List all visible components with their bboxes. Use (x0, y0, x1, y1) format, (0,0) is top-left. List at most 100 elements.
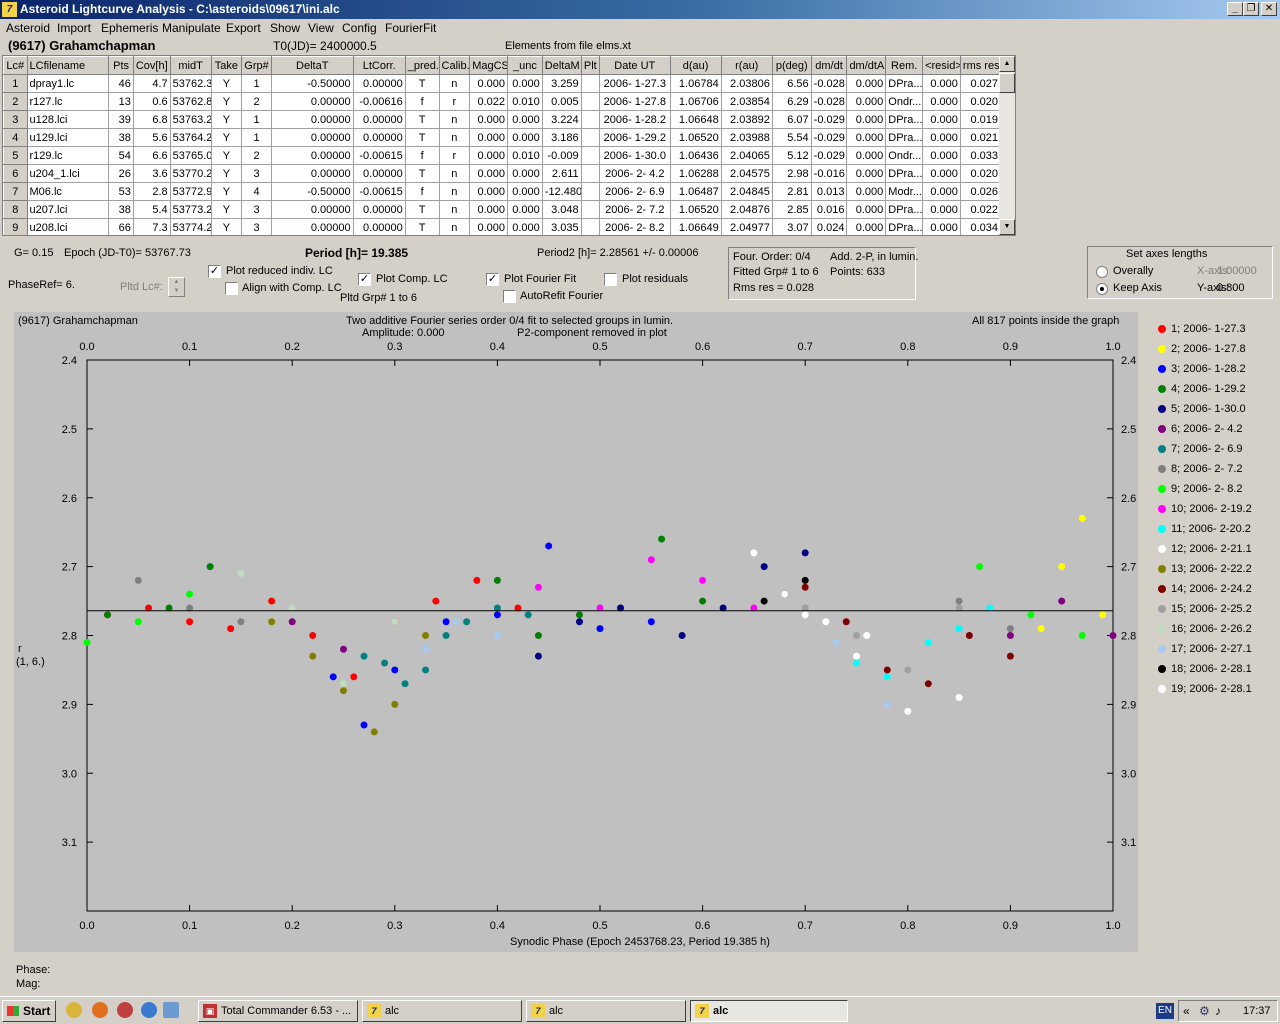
system-tray: « ⚙ ♪ 17:37 (1178, 1000, 1278, 1022)
y-tick-label-left: 2.8 (62, 631, 77, 643)
data-point (545, 542, 553, 550)
data-point (422, 666, 430, 674)
legend-item: 10; 2006- 2-19.2 (1158, 503, 1252, 517)
y-tick-label-right: 2.6 (1121, 493, 1136, 505)
data-point (452, 618, 460, 626)
data-point (329, 673, 337, 681)
data-point (1058, 563, 1066, 571)
data-point (801, 611, 809, 619)
data-point (391, 700, 399, 708)
data-point (381, 659, 389, 667)
data-point (883, 666, 891, 674)
y-tick-label-right: 2.9 (1121, 699, 1136, 711)
legend-label: 6; 2006- 2- 4.2 (1171, 423, 1243, 435)
legend-item: 4; 2006- 1-29.2 (1158, 383, 1246, 397)
data-point (268, 618, 276, 626)
mag-readout-label: Mag: (16, 978, 41, 990)
legend-item: 2; 2006- 1-27.8 (1158, 343, 1246, 357)
legend-dot-icon (1158, 605, 1166, 613)
legend-dot-icon (1158, 545, 1166, 553)
data-point (432, 597, 440, 605)
opera-icon[interactable] (117, 1002, 133, 1018)
legend-label: 1; 2006- 1-27.3 (1171, 323, 1246, 335)
firefox-icon[interactable] (92, 1002, 108, 1018)
x-tick-label-top: 0.2 (285, 341, 300, 353)
data-point (493, 576, 501, 584)
x-tick-label-top: 0.0 (79, 341, 94, 353)
data-point (442, 632, 450, 639)
data-point (1109, 632, 1117, 639)
data-point (340, 687, 347, 695)
data-point (924, 638, 932, 646)
data-point (1006, 632, 1014, 639)
data-point (83, 638, 91, 646)
x-tick-label-top: 0.5 (592, 341, 607, 353)
data-point (227, 625, 235, 633)
x-tick-label-bottom: 0.1 (182, 920, 197, 932)
data-point (186, 618, 194, 626)
legend-label: 7; 2006- 2- 6.9 (1171, 443, 1243, 455)
legend-label: 10; 2006- 2-19.2 (1171, 503, 1252, 515)
taskbar-total-commander[interactable]: ▣ Total Commander 6.53 - ... (198, 1000, 358, 1022)
y-tick-label-right: 3.0 (1121, 768, 1136, 780)
alc-icon: 7 (695, 1004, 709, 1018)
legend-label: 9; 2006- 2- 8.2 (1171, 483, 1243, 495)
x-tick-label-bottom: 0.6 (695, 920, 710, 932)
data-point (853, 632, 860, 639)
legend-label: 19; 2006- 2-28.1 (1171, 683, 1252, 695)
data-point (647, 618, 655, 626)
y-tick-label-right: 2.7 (1121, 562, 1136, 574)
tray-volume-icon[interactable]: ♪ (1215, 1004, 1221, 1018)
data-point (422, 632, 430, 639)
data-point (801, 549, 809, 557)
data-point (1099, 611, 1107, 619)
data-point (760, 563, 768, 571)
lightcurve-chart[interactable]: 0.0 0.0 0.1 0.1 0.2 0.2 0.3 0.3 0.4 0.4 0.5 0.5 0.6 0… (0, 0, 1280, 996)
legend-item: 5; 2006- 1-30.0 (1158, 403, 1246, 417)
legend-dot-icon (1158, 525, 1166, 533)
x-tick-label-top: 0.9 (1003, 341, 1018, 353)
start-button[interactable]: Start (2, 1000, 56, 1022)
taskbar-alc-1[interactable]: 7 alc (362, 1000, 522, 1022)
data-point (534, 632, 542, 639)
data-point (678, 632, 686, 639)
data-point (904, 707, 912, 715)
alc-quicklaunch-icon[interactable] (66, 1002, 82, 1018)
legend-dot-icon (1158, 585, 1166, 593)
data-point (1058, 597, 1066, 605)
data-point (853, 652, 860, 660)
y-tick-label-left: 3.1 (62, 837, 77, 849)
x-tick-label-top: 0.1 (182, 341, 197, 353)
tray-expand-icon[interactable]: « (1183, 1004, 1190, 1018)
legend-item: 3; 2006- 1-28.2 (1158, 363, 1246, 377)
x-tick-label-bottom: 0.8 (900, 920, 915, 932)
tray-network-icon[interactable]: ⚙ (1199, 1004, 1210, 1018)
legend-item: 7; 2006- 2- 6.9 (1158, 443, 1243, 457)
legend-dot-icon (1158, 665, 1166, 673)
plot-area[interactable] (86, 359, 1114, 912)
data-point (493, 611, 501, 619)
clock[interactable]: 17:37 (1243, 1005, 1271, 1017)
taskbar-alc-active[interactable]: 7 alc (690, 1000, 848, 1022)
legend-item: 12; 2006- 2-21.1 (1158, 543, 1252, 557)
data-point (442, 618, 450, 626)
explorer-icon[interactable] (163, 1002, 179, 1018)
taskbar-alc-2[interactable]: 7 alc (526, 1000, 686, 1022)
data-point (853, 659, 860, 667)
data-point (842, 618, 850, 626)
x-tick-label-top: 1.0 (1105, 341, 1120, 353)
legend-dot-icon (1158, 685, 1166, 693)
data-point (955, 693, 963, 701)
x-tick-label-top: 0.7 (798, 341, 813, 353)
legend-dot-icon (1158, 425, 1166, 433)
ie-icon[interactable] (141, 1002, 157, 1018)
legend-dot-icon (1158, 385, 1166, 393)
data-point (360, 721, 368, 729)
legend-dot-icon (1158, 565, 1166, 573)
legend-label: 3; 2006- 1-28.2 (1171, 363, 1246, 375)
legend-dot-icon (1158, 505, 1166, 513)
y-tick-label-left: 2.6 (62, 493, 77, 505)
legend-item: 15; 2006- 2-25.2 (1158, 603, 1252, 617)
legend-label: 15; 2006- 2-25.2 (1171, 603, 1252, 615)
language-indicator[interactable]: EN (1156, 1003, 1174, 1019)
